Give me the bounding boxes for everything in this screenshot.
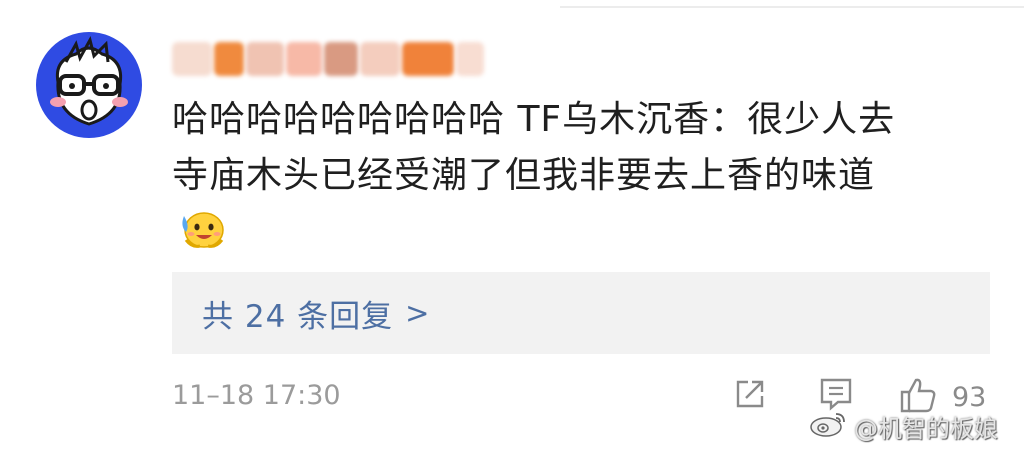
cartoon-face-icon bbox=[50, 35, 128, 126]
chevron-right-icon: > bbox=[405, 296, 431, 330]
redacted-block bbox=[402, 42, 454, 76]
weibo-watermark: @机智的板娘 bbox=[808, 408, 998, 444]
share-icon[interactable] bbox=[732, 376, 768, 416]
redacted-block bbox=[214, 42, 244, 76]
view-replies-panel[interactable]: 共 24 条回复 > bbox=[172, 272, 990, 354]
comment-line: 寺庙木头已经受潮了但我非要去上香的味道 bbox=[172, 155, 876, 196]
redacted-block bbox=[172, 42, 212, 76]
username-redacted[interactable] bbox=[172, 40, 522, 78]
user-avatar[interactable] bbox=[36, 32, 142, 138]
comment-line: 哈哈哈哈哈哈哈哈哈 TF乌木沉香：很少人去 bbox=[172, 99, 896, 140]
redacted-block bbox=[246, 42, 284, 76]
reply-count-label: 共 24 条回复 bbox=[202, 298, 394, 335]
watermark-text: @机智的板娘 bbox=[854, 414, 998, 443]
sweat-smile-emoji-icon bbox=[178, 206, 226, 250]
redacted-block bbox=[286, 42, 322, 76]
comment-timestamp: 11–18 17:30 bbox=[172, 380, 341, 411]
redacted-block bbox=[456, 42, 484, 76]
view-replies-link[interactable]: 共 24 条回复 > bbox=[202, 291, 430, 336]
redacted-block bbox=[324, 42, 358, 76]
weibo-logo-icon bbox=[808, 408, 848, 444]
top-divider bbox=[560, 6, 1024, 8]
comment-text: 哈哈哈哈哈哈哈哈哈 TF乌木沉香：很少人去 寺庙木头已经受潮了但我非要去上香的味… bbox=[172, 92, 972, 204]
redacted-block bbox=[360, 42, 400, 76]
